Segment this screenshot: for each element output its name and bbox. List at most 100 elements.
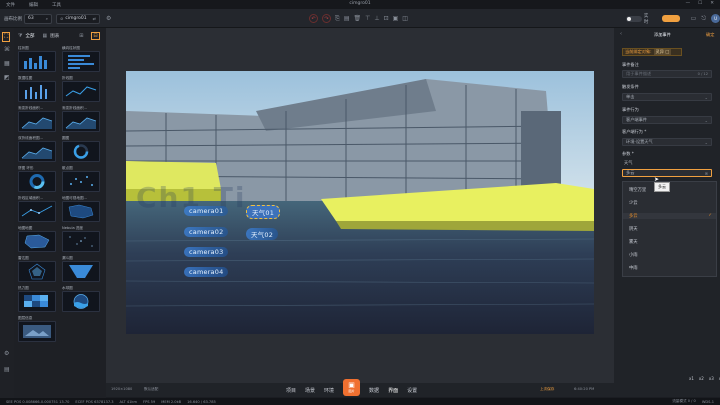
- paste-icon[interactable]: ▤: [344, 15, 350, 22]
- widget-thumbnail: [62, 141, 100, 162]
- scene-canvas[interactable]: Ch1 Ti camera01 天气01 camera02 天气02 camer…: [126, 71, 594, 334]
- group-icon[interactable]: ▣: [393, 15, 399, 22]
- settings-icon[interactable]: ⚙: [106, 15, 111, 22]
- behavior-select[interactable]: 客户端事件 ⌄: [622, 116, 712, 124]
- widget-card[interactable]: 渐变折线面积...: [18, 106, 56, 133]
- trigger-select[interactable]: 单击 ⌄: [622, 93, 712, 101]
- search-icon: ⌕: [45, 16, 48, 21]
- tab-environment[interactable]: 环境: [324, 387, 334, 394]
- tab-interface[interactable]: 界面: [388, 387, 398, 394]
- camera02-label[interactable]: camera02: [184, 227, 229, 237]
- widget-card[interactable]: Nebula 进度: [62, 226, 100, 253]
- redo-icon[interactable]: ↷: [322, 14, 331, 23]
- layers-icon[interactable]: ◫: [402, 15, 408, 22]
- delete-icon[interactable]: 🗑: [353, 15, 361, 22]
- widget-card[interactable]: 折线区域面积...: [18, 196, 56, 223]
- maximize-icon[interactable]: ☐: [698, 1, 702, 6]
- preview-toggle[interactable]: [661, 15, 680, 22]
- weather-option[interactable]: 多云 ✓: [623, 213, 716, 219]
- weather-option[interactable]: 小雨: [629, 252, 638, 258]
- undo-icon[interactable]: ↶: [309, 14, 318, 23]
- behavior-label: 事件行为: [622, 107, 639, 112]
- widget-card[interactable]: 漏斗图: [62, 256, 100, 283]
- remark-input[interactable]: 用于事件描述 0 / 12: [622, 70, 712, 78]
- widget-thumbnail: [62, 201, 100, 222]
- widget-thumbnail: [18, 321, 56, 342]
- lock-icon[interactable]: ⊡: [384, 15, 389, 22]
- table-icon[interactable]: ▦: [4, 60, 10, 67]
- image-center-button[interactable]: ▣ 图片: [343, 379, 361, 396]
- widget-card[interactable]: 折线图: [62, 76, 100, 103]
- weather-option[interactable]: 晴空万里: [629, 187, 646, 193]
- widget-tabs: ⧩ 全部 ▦ 图表 ⊞ ⊟: [18, 32, 100, 40]
- tile-view-icon[interactable]: ⊟: [91, 32, 100, 40]
- back-icon[interactable]: ‹: [620, 31, 622, 37]
- widget-card[interactable]: 数据柱图: [18, 76, 56, 103]
- project-selector[interactable]: ⊘ cimgro01 ⇄: [56, 13, 100, 24]
- widget-thumbnail: [62, 291, 100, 312]
- monitor-icon[interactable]: ▭: [691, 15, 697, 22]
- status-bar: SEE POS 0.008666-0.000751 13.70 ECEF POS…: [0, 398, 720, 405]
- widget-card[interactable]: 地图地图: [18, 226, 56, 253]
- widget-card[interactable]: 圆图: [62, 136, 100, 163]
- camera03-label[interactable]: camera03: [184, 247, 229, 257]
- widget-card[interactable]: 饼图 环形: [18, 166, 56, 193]
- ratio-input[interactable]: 63 ⌕: [24, 13, 52, 24]
- widget-card[interactable]: 横向柱状图: [62, 46, 100, 73]
- copy-icon[interactable]: ⎘: [335, 15, 340, 23]
- collapse-icon[interactable]: ▤: [4, 366, 10, 373]
- building-side: [521, 111, 561, 191]
- widget-card[interactable]: 水球图: [62, 286, 100, 313]
- cursor-icon: ➤: [654, 176, 660, 183]
- weather02-label[interactable]: 天气02: [246, 228, 279, 240]
- save-time: 6:40:20 PM: [574, 387, 595, 391]
- chart-tool-icon[interactable]: ⛶: [2, 32, 11, 42]
- widget-card[interactable]: 渐变折线面积...: [62, 106, 100, 133]
- align-top-icon[interactable]: ⊤: [365, 15, 370, 22]
- grid-view-icon[interactable]: ⊞: [79, 33, 83, 39]
- align-bottom-icon[interactable]: ⊥: [374, 15, 379, 22]
- widget-card[interactable]: 散点图: [62, 166, 100, 193]
- realtime-toggle[interactable]: [626, 15, 642, 22]
- minimize-icon[interactable]: —: [686, 1, 691, 6]
- avatar[interactable]: U: [711, 14, 720, 23]
- clear-icon[interactable]: ⊗: [704, 171, 708, 176]
- camera01-label[interactable]: camera01: [184, 206, 229, 216]
- confirm-button[interactable]: 确定: [706, 32, 714, 38]
- resolution: 1920×1080: [111, 387, 133, 391]
- widget-card[interactable]: 雷达图: [18, 256, 56, 283]
- weather-option[interactable]: 阴天: [629, 226, 638, 232]
- widget-card[interactable]: 热力图: [18, 286, 56, 313]
- list-view-icon[interactable]: ▦: [42, 33, 47, 39]
- ratio-label: 画布比例: [4, 16, 22, 22]
- tab-settings[interactable]: 设置: [407, 387, 417, 394]
- filter-icon[interactable]: ⧩: [18, 33, 22, 39]
- close-icon[interactable]: ✕: [710, 1, 714, 6]
- tab-all[interactable]: 全部: [25, 33, 34, 39]
- weather-select[interactable]: 多云 ⊗: [622, 169, 712, 177]
- bottom-bar: 1920×1080 默认适配 项目 场景 环境 ▣ 图片 数据 界面 设置 上次…: [106, 376, 720, 397]
- camera04-label[interactable]: camera04: [184, 267, 229, 277]
- weather-option[interactable]: 中雨: [629, 265, 638, 271]
- tab-scene[interactable]: 场景: [305, 387, 315, 394]
- component-icon[interactable]: ⌘: [4, 46, 10, 53]
- widget-card[interactable]: 柱状图: [18, 46, 56, 73]
- weather-option[interactable]: 少云: [629, 200, 638, 206]
- widget-card[interactable]: 双折线面积图...: [18, 136, 56, 163]
- widget-card[interactable]: 图层信息: [18, 316, 56, 343]
- weather01-label-selected[interactable]: 天气01: [246, 205, 281, 219]
- tab-project[interactable]: 项目: [286, 387, 296, 394]
- tab-data[interactable]: 数据: [369, 387, 379, 394]
- share-icon[interactable]: ⎋: [701, 15, 706, 23]
- window-controls: — ☐ ✕: [686, 1, 714, 6]
- adapt-mode[interactable]: 默认适配: [144, 387, 158, 392]
- weather-option[interactable]: 雾天: [629, 239, 638, 245]
- remark-label: 事件备注: [622, 62, 639, 67]
- widget-card[interactable]: 地图可视地图...: [62, 196, 100, 223]
- tab-charts[interactable]: 图表: [50, 33, 59, 39]
- client-behavior-select[interactable]: 环境-设置天气 ⌄: [622, 138, 712, 146]
- widget-thumbnail: [18, 201, 56, 222]
- media-icon[interactable]: ◩: [4, 74, 10, 81]
- widget-thumbnail: [62, 51, 100, 72]
- gear-icon[interactable]: ⚙: [4, 350, 9, 357]
